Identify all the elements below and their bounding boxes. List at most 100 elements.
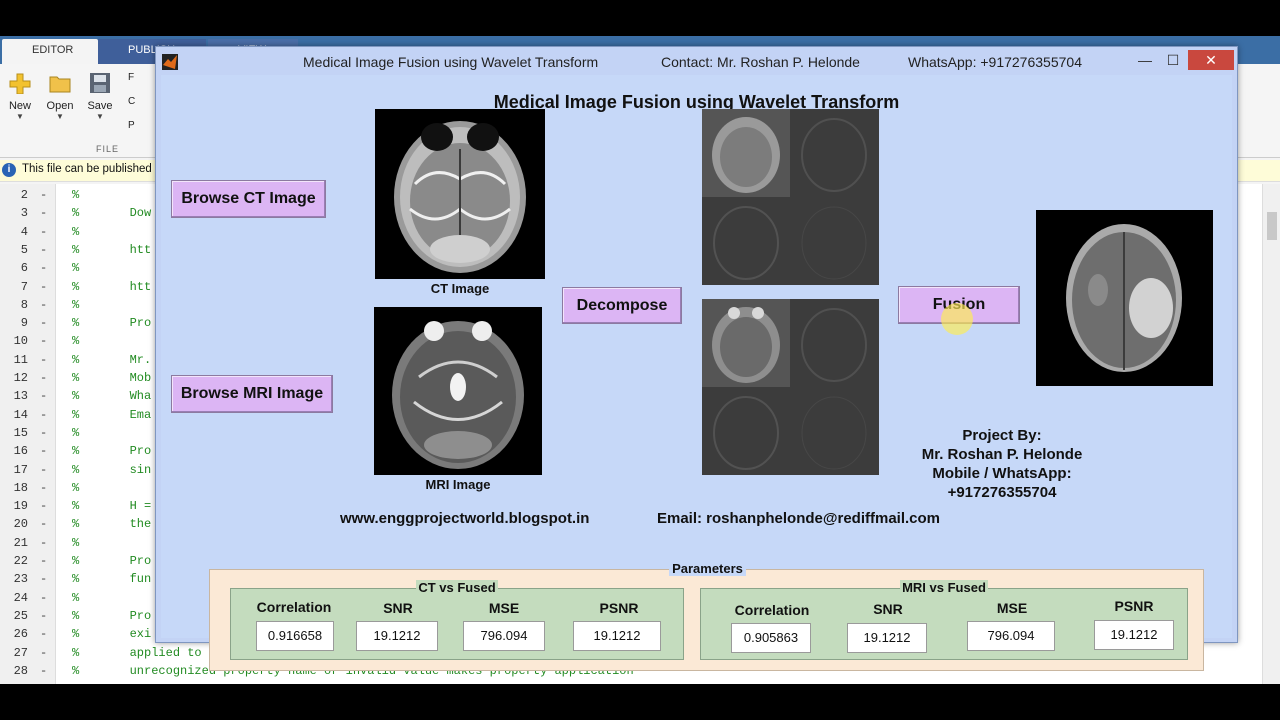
code-text: % fun <box>72 572 152 587</box>
mri-psnr-value[interactable]: 19.1212 <box>1094 620 1174 650</box>
breakpoint-marker[interactable]: - <box>40 387 47 405</box>
code-text: % exi <box>72 627 152 642</box>
project-credit: Project By: Mr. Roshan P. Helonde Mobile… <box>889 426 1115 502</box>
window-title: Medical Image Fusion using Wavelet Trans… <box>303 54 599 70</box>
ct-image-axes <box>375 109 545 279</box>
breakpoint-marker[interactable]: - <box>40 204 47 222</box>
breakpoint-marker[interactable]: - <box>40 241 47 259</box>
breakpoint-marker[interactable]: - <box>40 461 47 479</box>
breakpoint-marker[interactable]: - <box>40 424 47 442</box>
breakpoint-marker[interactable]: - <box>40 570 47 588</box>
line-number: 26 <box>13 627 28 642</box>
ct-image-label: CT Image <box>430 281 490 296</box>
new-plus-icon <box>9 73 31 94</box>
breakpoint-marker[interactable]: - <box>40 497 47 515</box>
tab-editor[interactable]: EDITOR <box>2 39 98 64</box>
close-button[interactable]: ✕ <box>1188 50 1234 70</box>
credit-line-1: Project By: <box>962 427 1042 444</box>
ct-snr-value[interactable]: 19.1212 <box>356 621 438 651</box>
mri-snr-label: SNR <box>873 601 903 617</box>
scrollbar-thumb[interactable] <box>1267 212 1277 240</box>
code-text: % <box>72 590 80 605</box>
minimize-button[interactable]: — <box>1132 50 1158 70</box>
breakpoint-marker[interactable]: - <box>40 442 47 460</box>
breakpoint-marker[interactable]: - <box>40 534 47 552</box>
open-button[interactable]: Open ▼ <box>42 72 78 121</box>
breakpoint-marker[interactable]: - <box>40 278 47 296</box>
ct-decomposition-axes <box>702 109 879 285</box>
decompose-button[interactable]: Decompose <box>562 287 682 324</box>
breakpoint-marker[interactable]: - <box>40 406 47 424</box>
breakpoint-marker[interactable]: - <box>40 662 47 680</box>
breakpoint-marker[interactable]: - <box>40 644 47 662</box>
website-text: www.enggprojectworld.blogspot.in <box>340 510 590 527</box>
breakpoint-marker[interactable]: - <box>40 332 47 350</box>
line-number: 9 <box>20 316 28 331</box>
compare-item[interactable]: C <box>128 96 135 107</box>
window-titlebar[interactable]: Medical Image Fusion using Wavelet Trans… <box>156 47 1237 75</box>
code-text: % htt <box>72 279 152 294</box>
mri-snr-value[interactable]: 19.1212 <box>847 623 927 653</box>
line-number: 13 <box>13 389 28 404</box>
maximize-button[interactable]: ☐ <box>1160 50 1186 70</box>
save-button[interactable]: Save ▼ <box>82 72 118 121</box>
code-text: % H = <box>72 499 152 514</box>
breakpoint-marker[interactable]: - <box>40 186 47 204</box>
line-number: 24 <box>13 590 28 605</box>
mri-image-axes <box>374 307 542 475</box>
breakpoint-marker[interactable]: - <box>40 259 47 277</box>
breakpoint-marker[interactable]: - <box>40 589 47 607</box>
breakpoint-marker[interactable]: - <box>40 625 47 643</box>
line-number: 17 <box>13 462 28 477</box>
mri-correlation-value[interactable]: 0.905863 <box>731 623 811 653</box>
breakpoint-marker[interactable]: - <box>40 351 47 369</box>
open-label: Open <box>46 100 74 112</box>
line-number: 10 <box>13 334 28 349</box>
editor-scrollbar[interactable] <box>1262 184 1280 684</box>
line-number: 4 <box>20 224 28 239</box>
ribbon-section-file: FILE <box>96 144 120 154</box>
line-number: 11 <box>13 352 28 367</box>
mri-image-label: MRI Image <box>425 477 491 492</box>
floppy-save-icon <box>90 73 110 93</box>
code-text: % Mr. <box>72 352 152 367</box>
code-text: % <box>72 480 80 495</box>
code-text: % Mob <box>72 371 152 385</box>
open-dropdown-icon[interactable]: ▼ <box>42 112 78 121</box>
ct-mse-value[interactable]: 796.094 <box>463 621 545 651</box>
breakpoint-marker[interactable]: - <box>40 223 47 241</box>
print-item[interactable]: P <box>128 120 135 131</box>
code-text: % <box>72 334 80 349</box>
breakpoint-marker[interactable]: - <box>40 369 47 387</box>
browse-ct-button[interactable]: Browse CT Image <box>171 180 326 218</box>
line-number: 2 <box>20 188 28 202</box>
ct-psnr-value[interactable]: 19.1212 <box>573 621 661 651</box>
breakpoint-marker[interactable]: - <box>40 552 47 570</box>
breakpoint-marker[interactable]: - <box>40 479 47 497</box>
save-dropdown-icon[interactable]: ▼ <box>82 112 118 121</box>
mri-mse-value[interactable]: 796.094 <box>967 621 1055 651</box>
mri-psnr-label: PSNR <box>1114 598 1154 614</box>
window-title-whatsapp: WhatsApp: +917276355704 <box>908 54 1082 70</box>
mri-mse-label: MSE <box>996 600 1028 616</box>
new-button[interactable]: New ▼ <box>2 72 38 121</box>
breakpoint-marker[interactable]: - <box>40 296 47 314</box>
new-label: New <box>8 100 31 112</box>
line-number: 19 <box>13 499 28 514</box>
code-text: % Pro <box>72 608 152 623</box>
line-number: 15 <box>13 425 28 440</box>
desktop-screen: EDITOR PUBLISH VIEW New ▼ Open ▼ Save ▼ … <box>0 36 1280 684</box>
new-dropdown-icon[interactable]: ▼ <box>2 112 38 121</box>
ct-snr-label: SNR <box>383 600 413 616</box>
find-files-item[interactable]: F <box>128 72 134 83</box>
line-number: 25 <box>13 608 28 623</box>
code-text: % <box>72 535 80 550</box>
gui-heading: Medical Image Fusion using Wavelet Trans… <box>493 92 900 112</box>
breakpoint-marker[interactable]: - <box>40 515 47 533</box>
mouse-cursor-highlight <box>941 303 973 335</box>
browse-mri-button[interactable]: Browse MRI Image <box>171 375 333 413</box>
gui-content: Medical Image Fusion using Wavelet Trans… <box>161 75 1232 671</box>
breakpoint-marker[interactable]: - <box>40 607 47 625</box>
breakpoint-marker[interactable]: - <box>40 314 47 332</box>
ct-correlation-value[interactable]: 0.916658 <box>256 621 334 651</box>
